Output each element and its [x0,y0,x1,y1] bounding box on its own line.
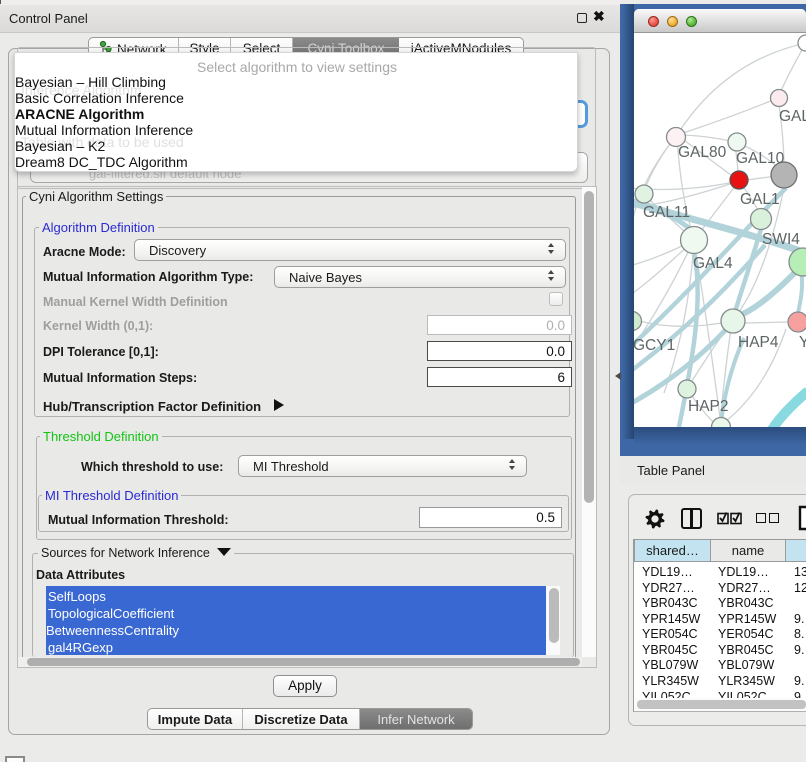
svg-text:GAL10: GAL10 [736,150,785,167]
svg-text:GCY1: GCY1 [634,337,675,354]
svg-text:GAL11: GAL11 [643,204,690,221]
svg-text:Y: Y [799,334,806,351]
svg-text:SWI4: SWI4 [762,231,800,248]
svg-text:GAL7: GAL7 [779,108,806,125]
svg-text:GAL1: GAL1 [740,191,780,208]
svg-text:GAL80: GAL80 [678,144,727,161]
svg-text:HAP4: HAP4 [738,334,779,351]
svg-text:HAP2: HAP2 [688,398,729,415]
svg-text:GAL4: GAL4 [693,255,733,272]
